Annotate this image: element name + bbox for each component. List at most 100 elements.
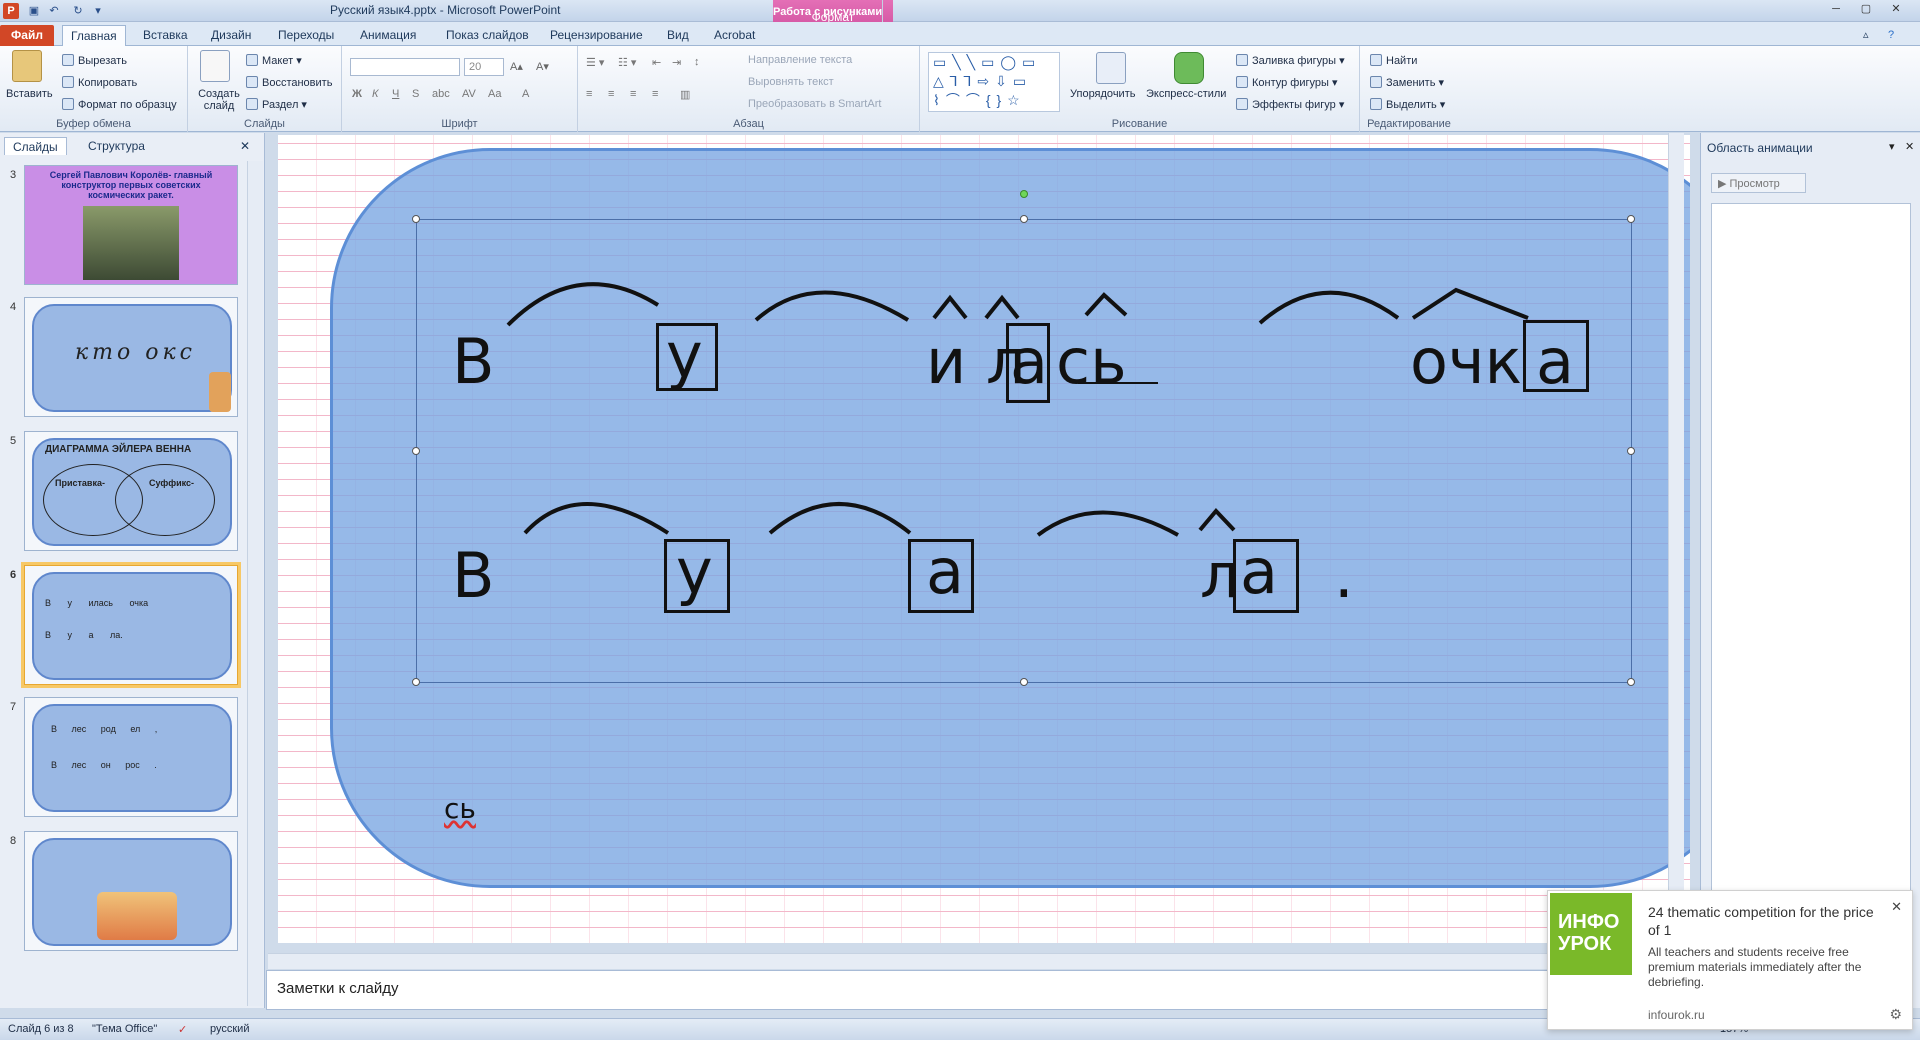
- close-icon[interactable]: ✕: [1891, 899, 1902, 915]
- new-slide-icon[interactable]: [200, 50, 230, 82]
- customize-quick-access-icon[interactable]: ▾: [90, 3, 106, 19]
- spacing-icon[interactable]: AV: [462, 88, 476, 100]
- shape-outline-button[interactable]: Контур фигуры ▾: [1236, 76, 1338, 89]
- line-spacing-icon[interactable]: ↕: [694, 56, 700, 68]
- slide-thumbnail-selected[interactable]: В у илась очка В у а ла.: [21, 562, 241, 688]
- undo-icon[interactable]: ↶: [46, 3, 62, 19]
- spellcheck-icon[interactable]: ✓: [178, 1023, 187, 1036]
- bold-icon[interactable]: Ж: [352, 88, 362, 100]
- tab-transitions[interactable]: Переходы: [270, 25, 342, 46]
- slide-scrollbar-horizontal[interactable]: [268, 953, 1683, 969]
- section-button[interactable]: Раздел ▾: [246, 98, 307, 111]
- bullets-icon[interactable]: ☰ ▾: [586, 56, 604, 69]
- find-button[interactable]: Найти: [1370, 54, 1417, 67]
- letter-box: [908, 539, 974, 613]
- theme-name[interactable]: "Тема Office": [92, 1023, 157, 1035]
- paste-icon[interactable]: [12, 50, 42, 82]
- increase-indent-icon[interactable]: ⇥: [672, 56, 681, 69]
- tab-review[interactable]: Рецензирование: [542, 25, 651, 46]
- select-button[interactable]: Выделить ▾: [1370, 98, 1445, 111]
- tab-slides[interactable]: Слайды: [4, 137, 67, 155]
- language-indicator[interactable]: русский: [210, 1023, 249, 1035]
- preview-button[interactable]: ▶ Просмотр: [1711, 173, 1806, 193]
- replace-button[interactable]: Заменить ▾: [1370, 76, 1444, 89]
- minimize-ribbon-icon[interactable]: ▵: [1855, 25, 1877, 46]
- align-left-icon[interactable]: ≡: [586, 88, 592, 100]
- toast-site[interactable]: infourok.ru: [1648, 1008, 1705, 1022]
- thumb-number: 8: [10, 835, 17, 847]
- copy-button[interactable]: Копировать: [62, 76, 137, 89]
- shapes-gallery[interactable]: ▭╲╲▭◯▭ △⅂⅂⇨⇩▭ ⌇⌒⌒{}☆: [928, 52, 1060, 112]
- redo-icon[interactable]: ↻: [70, 3, 86, 19]
- layout-icon: [246, 54, 258, 66]
- tab-acrobat[interactable]: Acrobat: [706, 25, 763, 46]
- arrange-button[interactable]: Упорядочить: [1070, 88, 1135, 100]
- slide-thumbnail[interactable]: В лес род ел , В лес он рос .: [24, 697, 238, 817]
- new-slide-button[interactable]: Создать слайд: [196, 88, 242, 112]
- minimize-icon[interactable]: ─: [1822, 0, 1850, 18]
- close-pane-icon[interactable]: ✕: [240, 137, 250, 155]
- save-icon[interactable]: ▣: [26, 3, 42, 19]
- slides-pane-scrollbar[interactable]: [247, 161, 263, 1006]
- tab-file[interactable]: Файл: [0, 25, 54, 46]
- bottom-text[interactable]: сь: [444, 795, 476, 823]
- notes-pane[interactable]: Заметки к слайду: [266, 970, 1686, 1010]
- reset-button[interactable]: Восстановить: [246, 76, 332, 89]
- close-pane-icon[interactable]: ✕: [1905, 140, 1914, 153]
- copy-label: Копировать: [78, 77, 138, 89]
- tab-insert[interactable]: Вставка: [135, 25, 196, 46]
- change-case-icon[interactable]: Aa: [488, 88, 501, 100]
- format-painter-button[interactable]: Формат по образцу: [62, 98, 177, 111]
- shrink-font-icon[interactable]: A▾: [536, 60, 549, 73]
- slide-scrollbar-vertical[interactable]: [1668, 133, 1684, 953]
- reset-label: Восстановить: [262, 77, 333, 89]
- slide-thumbnail[interactable]: кто окс: [24, 297, 238, 417]
- tab-design[interactable]: Дизайн: [203, 25, 259, 46]
- slide-canvas[interactable]: В у и л а сь очк а В у а л а . сь: [278, 135, 1690, 943]
- align-center-icon[interactable]: ≡: [608, 88, 614, 100]
- quick-styles-icon[interactable]: [1174, 52, 1204, 84]
- arrange-icon[interactable]: [1096, 52, 1126, 84]
- grow-font-icon[interactable]: A▴: [510, 60, 523, 73]
- shape-effects-button[interactable]: Эффекты фигур ▾: [1236, 98, 1344, 111]
- pane-menu-icon[interactable]: ▾: [1889, 140, 1895, 153]
- paste-button[interactable]: Вставить: [6, 88, 53, 100]
- venn-left-label: Приставка-: [55, 478, 105, 488]
- font-size-input[interactable]: 20: [464, 58, 504, 76]
- underline-icon[interactable]: Ч: [392, 88, 399, 100]
- powerpoint-logo-icon[interactable]: P: [3, 3, 19, 19]
- quick-styles-button[interactable]: Экспресс-стили: [1146, 88, 1226, 100]
- tab-animation[interactable]: Анимация: [352, 25, 424, 46]
- maximize-icon[interactable]: ▢: [1852, 0, 1880, 18]
- font-name-input[interactable]: [350, 58, 460, 76]
- align-right-icon[interactable]: ≡: [630, 88, 636, 100]
- help-icon[interactable]: ?: [1880, 25, 1902, 46]
- tab-view[interactable]: Вид: [659, 25, 697, 46]
- italic-icon[interactable]: К: [372, 88, 378, 100]
- slide-thumbnail[interactable]: Сергей Павлович Королёв- главный констру…: [24, 165, 238, 285]
- cut-button[interactable]: Вырезать: [62, 54, 127, 67]
- justify-icon[interactable]: ≡: [652, 88, 658, 100]
- tab-outline[interactable]: Структура: [80, 137, 153, 155]
- tab-slideshow[interactable]: Показ слайдов: [438, 25, 537, 46]
- thumb-line2: В у а ла.: [45, 630, 123, 640]
- slide-thumbnail[interactable]: [24, 831, 238, 951]
- animation-list[interactable]: [1711, 203, 1911, 993]
- layout-button[interactable]: Макет ▾: [246, 54, 302, 67]
- text-direction-button[interactable]: Направление текста: [748, 54, 852, 66]
- align-text-button[interactable]: Выровнять текст: [748, 76, 834, 88]
- decrease-indent-icon[interactable]: ⇤: [652, 56, 661, 69]
- tab-home[interactable]: Главная: [62, 25, 126, 47]
- close-window-icon[interactable]: ✕: [1882, 0, 1910, 18]
- slide-thumbnail[interactable]: ДИАГРАММА ЭЙЛЕРА ВЕННА Приставка- Суффик…: [24, 431, 238, 551]
- numbering-icon[interactable]: ☷ ▾: [618, 56, 636, 69]
- font-color-icon[interactable]: A: [522, 88, 529, 100]
- gear-icon[interactable]: ⚙: [1889, 1006, 1902, 1023]
- columns-icon[interactable]: ▥: [680, 88, 690, 101]
- convert-smartart-button[interactable]: Преобразовать в SmartArt: [748, 98, 881, 110]
- shape-fill-button[interactable]: Заливка фигуры ▾: [1236, 54, 1345, 67]
- notification-toast[interactable]: ИНФО УРОК ✕ 24 thematic competition for …: [1547, 890, 1913, 1030]
- shadow-icon[interactable]: S: [412, 88, 419, 100]
- slide-word: В: [452, 539, 495, 612]
- strikethrough-icon[interactable]: abc: [432, 88, 450, 100]
